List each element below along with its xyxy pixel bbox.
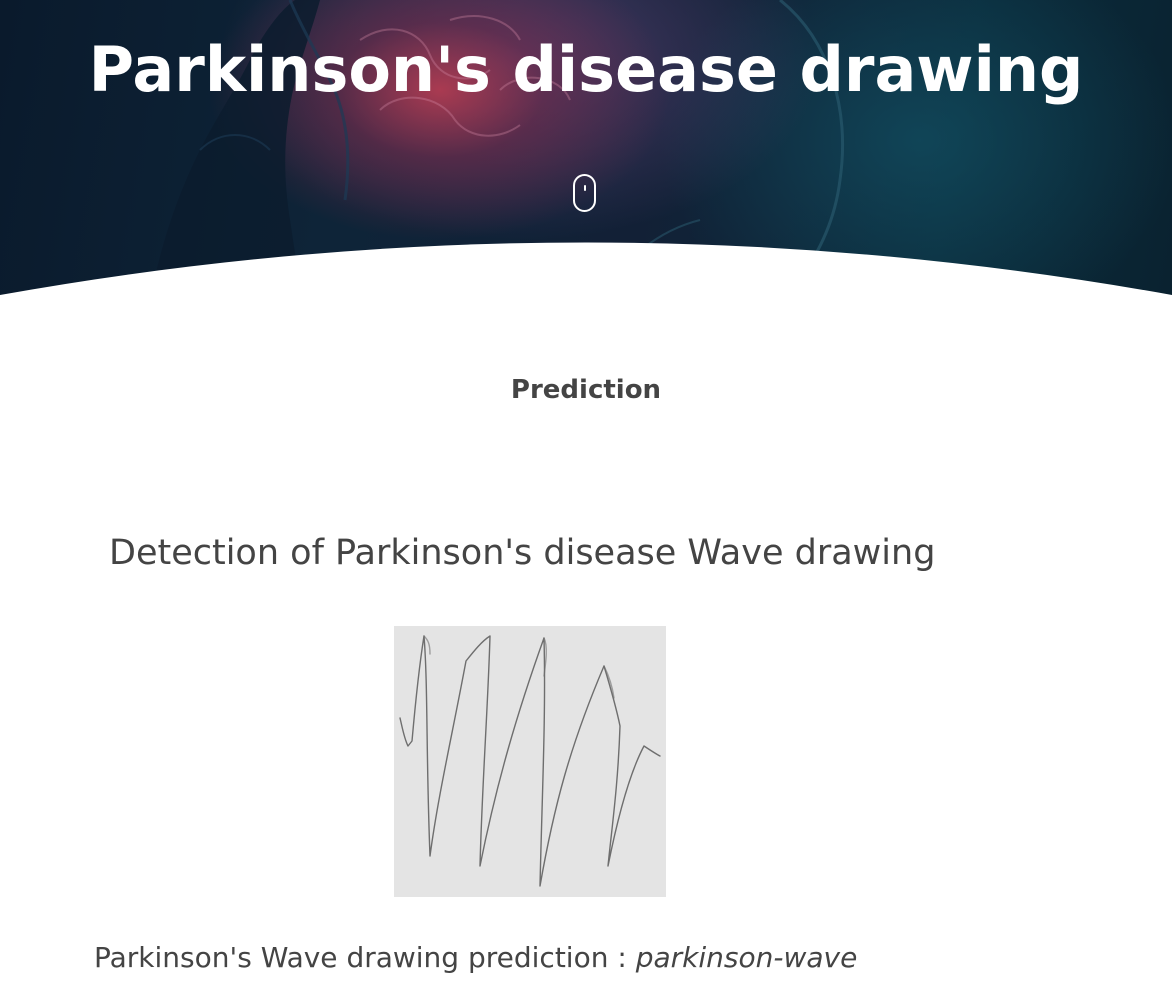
scroll-down-icon[interactable]	[573, 174, 596, 212]
page-title: Parkinson's disease drawing	[88, 33, 1084, 106]
prediction-result: Parkinson's Wave drawing prediction : pa…	[94, 940, 1094, 976]
hero-curve-divider	[0, 242, 1172, 300]
wave-drawing-sketch	[399, 635, 661, 887]
prediction-label: Parkinson's Wave drawing prediction :	[94, 941, 636, 974]
section-title: Prediction	[510, 375, 662, 405]
detection-heading: Detection of Parkinson's disease Wave dr…	[109, 533, 936, 573]
prediction-value: parkinson-wave	[635, 941, 858, 974]
hero-banner: Parkinson's disease drawing	[0, 0, 1172, 300]
scroll-wheel-icon	[584, 185, 586, 191]
wave-drawing-image	[394, 626, 666, 897]
